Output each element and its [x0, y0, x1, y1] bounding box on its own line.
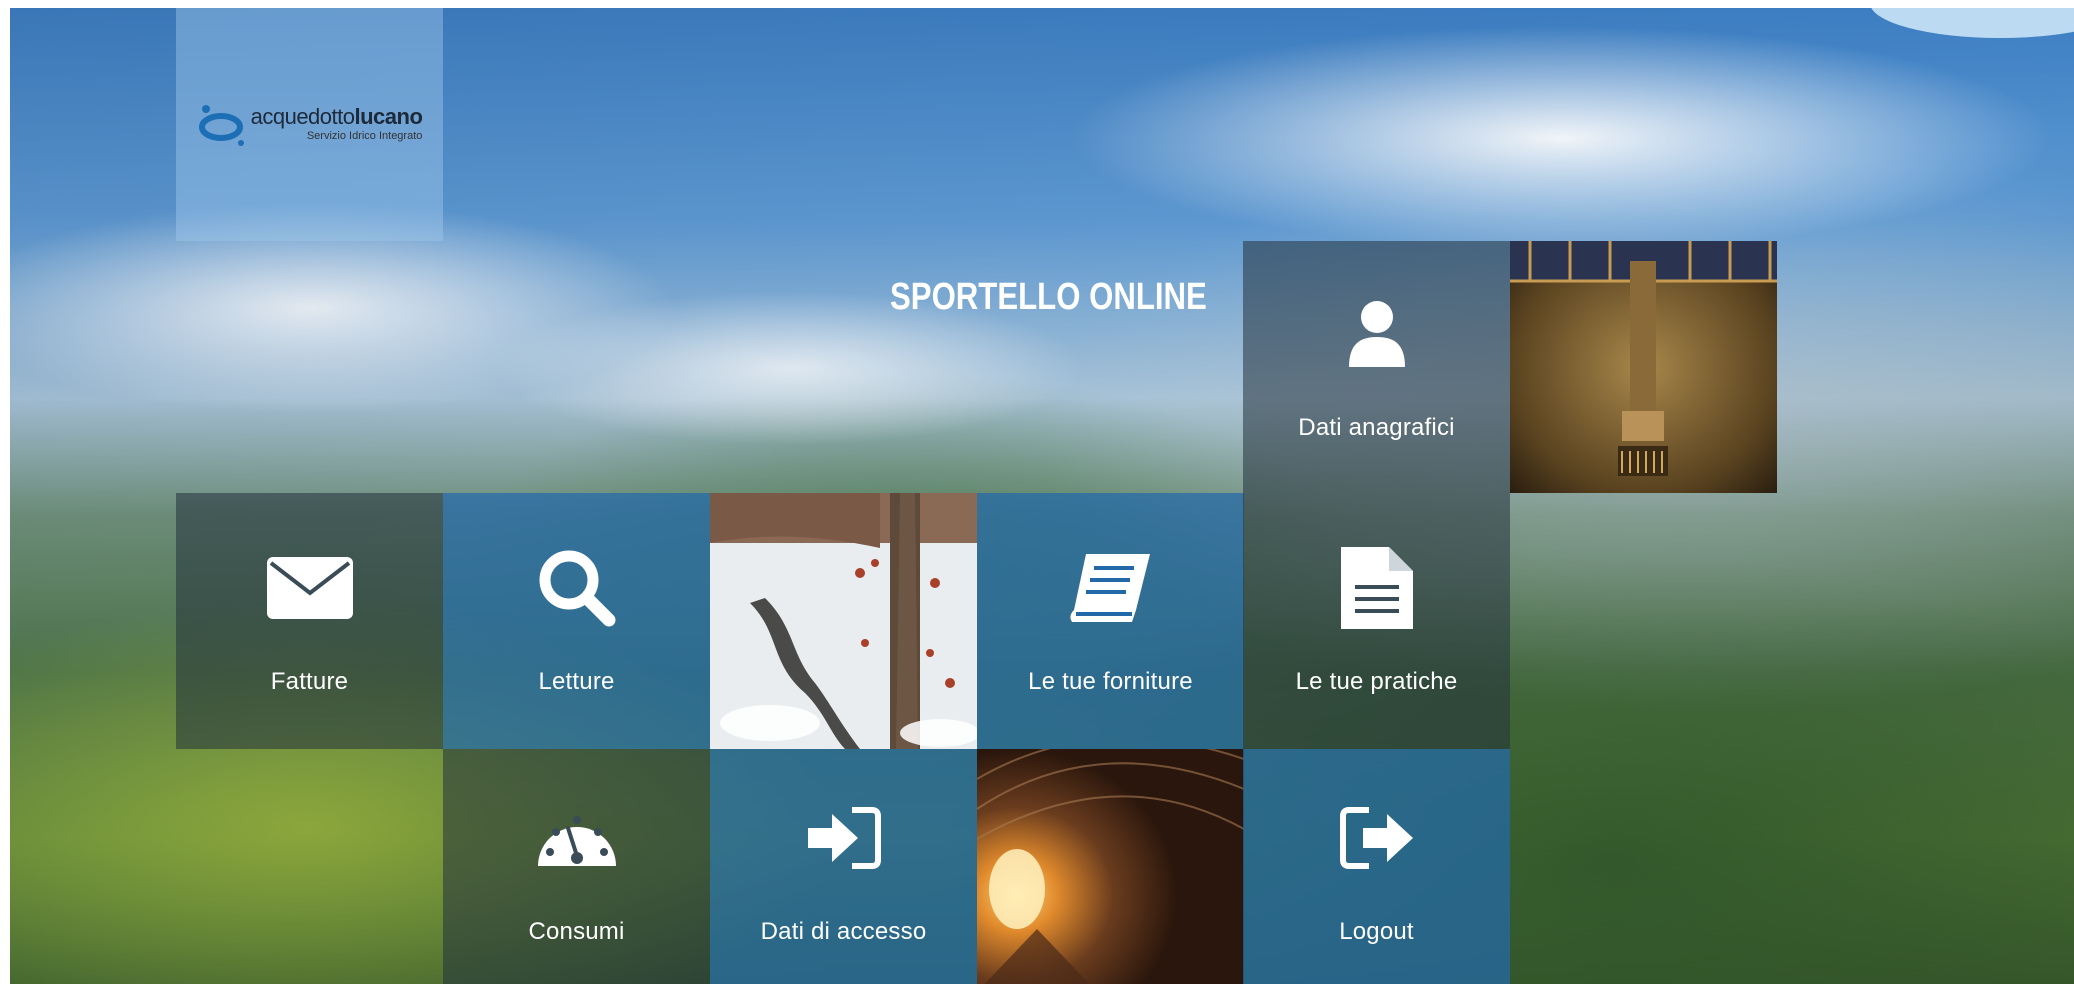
logo-mark-icon — [198, 104, 244, 146]
document-icon — [1340, 546, 1413, 630]
sign-in-icon — [806, 796, 882, 880]
tile-logout[interactable]: Logout — [1243, 749, 1510, 984]
logo: acquedottolucano Servizio Idrico Integra… — [197, 101, 423, 149]
logo-word-part2: lucano — [354, 103, 423, 129]
tile-label: Logout — [1339, 917, 1414, 945]
fountain-photo — [1510, 241, 1777, 493]
tile-letture[interactable]: Letture — [443, 493, 710, 749]
tile-label: Dati anagrafici — [1298, 414, 1455, 441]
tile-label: Le tue pratiche — [1295, 668, 1458, 695]
logo-wordmark: acquedottolucano — [250, 103, 423, 129]
tile-label: Fatture — [270, 668, 349, 695]
tile-dati-anagrafici[interactable]: Dati anagrafici — [1243, 241, 1510, 493]
snowy-stream-photo — [710, 493, 977, 749]
logo-tagline: Servizio Idrico Integrato — [306, 129, 423, 142]
book-icon — [1069, 546, 1152, 630]
tile-dati-di-accesso[interactable]: Dati di accesso — [710, 749, 977, 984]
tunnel-photo — [977, 749, 1244, 984]
search-icon — [537, 546, 617, 630]
tile-fatture[interactable]: Fatture — [176, 493, 443, 749]
tile-label: Consumi — [528, 917, 625, 945]
tile-le-tue-forniture[interactable]: Le tue forniture — [977, 493, 1244, 749]
tile-le-tue-pratiche[interactable]: Le tue pratiche — [1243, 493, 1510, 749]
envelope-icon — [266, 546, 353, 630]
tile-label: Le tue forniture — [1028, 668, 1193, 695]
tile-consumi[interactable]: Consumi — [443, 749, 710, 984]
sign-out-icon — [1339, 796, 1415, 880]
logo-box[interactable]: acquedottolucano Servizio Idrico Integra… — [176, 8, 443, 241]
corner-decoration — [1870, 8, 2074, 38]
gauge-icon — [534, 796, 620, 880]
user-icon — [1347, 292, 1407, 376]
tile-label: Dati di accesso — [760, 917, 927, 945]
tile-label: Letture — [538, 668, 615, 695]
page-title: SPORTELLO ONLINE — [890, 276, 1207, 318]
app-background: acquedottolucano Servizio Idrico Integra… — [10, 8, 2074, 984]
logo-word-part1: acquedotto — [250, 103, 355, 129]
